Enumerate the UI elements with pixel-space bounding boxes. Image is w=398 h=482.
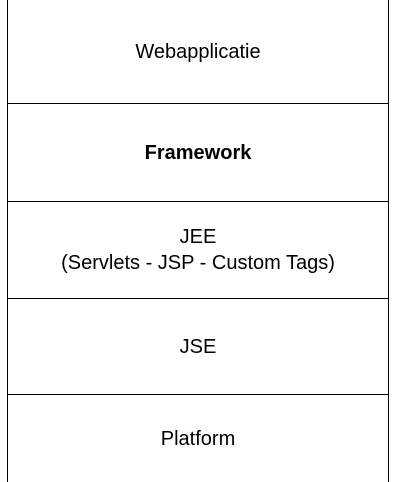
layer-jee: JEE (Servlets - JSP - Custom Tags) [7, 202, 389, 298]
layer-label: JSE [179, 335, 217, 358]
layer-label: JEE [179, 226, 217, 248]
layer-sublabel: (Servlets - JSP - Custom Tags) [61, 252, 335, 274]
layer-jse: JSE [7, 299, 389, 394]
layer-framework: Framework [7, 104, 389, 201]
layer-label: Platform [160, 427, 236, 450]
layer-label: Framework [144, 141, 252, 164]
layer-stack-diagram: Webapplicatie Framework JEE (Servlets - … [0, 0, 398, 482]
layer-webapplicatie: Webapplicatie [7, 0, 389, 103]
layer-label: Webapplicatie [135, 40, 261, 63]
layer-platform: Platform [7, 395, 389, 482]
